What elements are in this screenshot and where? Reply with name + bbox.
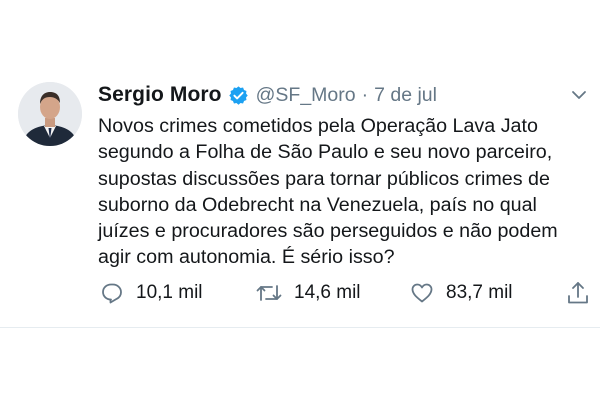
like-button[interactable]: 83,7 mil bbox=[410, 279, 513, 307]
tweet-text-line: suborno da Odebrecht na Venezuela, país … bbox=[98, 193, 537, 216]
share-button[interactable] bbox=[566, 279, 590, 307]
tweet-text-line: juízes e procuradores são perseguidos e … bbox=[98, 220, 558, 243]
share-icon bbox=[566, 280, 590, 306]
avatar-image bbox=[18, 82, 82, 146]
author-handle[interactable]: @SF_Moro bbox=[256, 84, 356, 107]
tweet-text-line: supostas discussões para tornar públicos… bbox=[98, 167, 550, 190]
reply-button[interactable]: 10,1 mil bbox=[100, 279, 203, 307]
chevron-down-icon[interactable] bbox=[568, 84, 590, 106]
retweet-count: 14,6 mil bbox=[294, 282, 361, 303]
author-name[interactable]: Sergio Moro bbox=[98, 83, 222, 107]
tweet-text-line: segundo a Folha de São Paulo e seu novo … bbox=[98, 141, 553, 164]
reply-count: 10,1 mil bbox=[136, 282, 203, 303]
like-count: 83,7 mil bbox=[446, 282, 513, 303]
reply-icon bbox=[100, 281, 124, 305]
separator-dot: · bbox=[361, 83, 369, 106]
tweet-text-line: agir com autonomia. É sério isso? bbox=[98, 246, 395, 269]
tweet-header: Sergio Moro @SF_Moro · 7 de jul bbox=[98, 80, 584, 110]
tweet-text-line: Novos crimes cometidos pela Operação Lav… bbox=[98, 115, 538, 137]
verified-badge-icon bbox=[228, 85, 249, 106]
retweet-button[interactable]: 14,6 mil bbox=[256, 279, 361, 307]
tweet-text: Novos crimes cometidos pela Operação Lav… bbox=[98, 113, 588, 271]
tweet-actions: 10,1 mil 14,6 mil 83,7 mil bbox=[98, 279, 590, 307]
divider bbox=[0, 327, 600, 328]
tweet-card[interactable]: Sergio Moro @SF_Moro · 7 de jul Novos cr… bbox=[0, 0, 600, 327]
heart-icon bbox=[410, 281, 434, 305]
tweet-date[interactable]: 7 de jul bbox=[374, 84, 437, 107]
avatar[interactable] bbox=[18, 82, 82, 146]
retweet-icon bbox=[256, 281, 282, 305]
